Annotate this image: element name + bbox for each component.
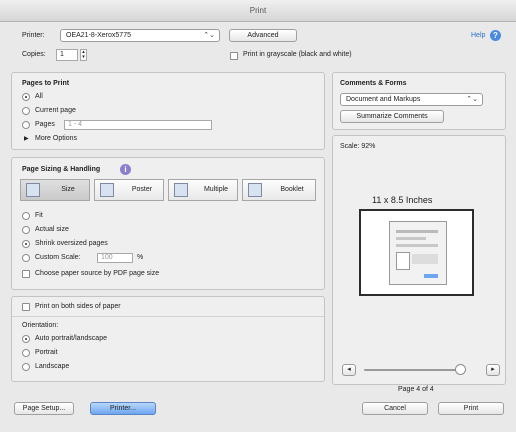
help-link[interactable]: Help [471,32,485,39]
copies-input[interactable]: 1 [56,49,78,61]
preview-thumbnail-image [389,221,447,285]
popup-arrows-icon: ⌃⌄ [203,32,215,39]
radio-actual-size[interactable] [22,226,30,234]
tab-size[interactable]: Size [20,179,90,201]
copies-stepper[interactable]: ▴ ▾ [80,49,87,61]
print-button[interactable]: Print [438,402,504,415]
radio-all[interactable] [22,93,30,101]
comments-forms-title: Comments & Forms [340,80,407,87]
page-slider-thumb[interactable] [455,364,466,375]
radio-fit[interactable] [22,212,30,220]
paper-source-label: Choose paper source by PDF page size [35,270,160,277]
printer-label: Printer: [22,32,45,39]
disclosure-triangle-icon[interactable]: ▶ [24,135,29,142]
divider [12,316,324,317]
radio-auto-orientation[interactable] [22,335,30,343]
booklet-icon [248,183,262,197]
multiple-pages-icon [174,183,188,197]
poster-icon [100,183,114,197]
info-icon[interactable]: i [120,164,131,175]
printer-value: OEA21-8-Xerox5775 [66,32,131,39]
page-preview [359,209,474,296]
pages-range-input[interactable]: 1 - 4 [64,120,212,130]
custom-scale-input[interactable]: 100 [97,253,133,263]
radio-pages-label: Pages [35,121,55,128]
tab-booklet-label: Booklet [280,186,304,193]
grayscale-label: Print in grayscale (black and white) [243,51,352,58]
paper-size-label: 11 x 8.5 Inches [372,195,433,205]
popup-arrows-icon: ⌃⌄ [466,96,478,103]
page-indicator: Page 4 of 4 [398,386,434,393]
pages-to-print-title: Pages to Print [22,80,70,87]
radio-current-page[interactable] [22,107,30,115]
radio-shrink-oversized-label: Shrink oversized pages [35,240,108,247]
page-slider-track[interactable] [364,369,466,371]
percent-label: % [137,254,144,261]
both-sides-label: Print on both sides of paper [35,303,121,310]
tab-poster[interactable]: Poster [94,179,164,201]
printer-select[interactable]: OEA21-8-Xerox5775 ⌃⌄ [60,29,220,42]
tab-size-label: Size [61,186,75,193]
page-sizing-title: Page Sizing & Handling [22,166,101,173]
summarize-comments-button[interactable]: Summarize Comments [340,110,444,123]
both-sides-checkbox[interactable] [22,303,30,311]
scale-label: Scale: 92% [340,143,376,150]
help-icon[interactable]: ? [490,30,501,41]
radio-auto-orientation-label: Auto portrait/landscape [35,335,107,342]
tab-booklet[interactable]: Booklet [242,179,316,201]
radio-portrait[interactable] [22,349,30,357]
comments-select-value: Document and Markups [346,96,421,103]
radio-landscape-label: Landscape [35,363,70,370]
radio-fit-label: Fit [35,212,43,219]
comments-select[interactable]: Document and Markups ⌃⌄ [340,93,483,106]
radio-custom-scale-label: Custom Scale: [35,254,81,261]
orientation-title: Orientation: [22,322,59,329]
printer-button[interactable]: Printer... [90,402,156,415]
previous-page-button[interactable]: ◂ [342,364,356,376]
radio-all-label: All [35,93,43,100]
radio-shrink-oversized[interactable] [22,240,30,248]
radio-pages[interactable] [22,121,30,129]
next-page-button[interactable]: ▸ [486,364,500,376]
more-options-link[interactable]: More Options [35,135,77,142]
radio-portrait-label: Portrait [35,349,58,356]
copies-label: Copies: [22,51,46,58]
grayscale-checkbox[interactable] [230,52,238,60]
size-icon [26,183,40,197]
page-setup-button[interactable]: Page Setup... [14,402,74,415]
tab-poster-label: Poster [131,186,153,193]
window-title: Print [249,6,267,15]
cancel-button[interactable]: Cancel [362,402,428,415]
paper-source-checkbox[interactable] [22,270,30,278]
radio-current-page-label: Current page [35,107,76,114]
tab-multiple-label: Multiple [203,186,229,193]
radio-actual-size-label: Actual size [35,226,69,233]
radio-custom-scale[interactable] [22,254,30,262]
tab-multiple[interactable]: Multiple [168,179,238,201]
advanced-button[interactable]: Advanced [229,29,297,42]
radio-landscape[interactable] [22,363,30,371]
window-title-bar: Print [0,0,516,22]
